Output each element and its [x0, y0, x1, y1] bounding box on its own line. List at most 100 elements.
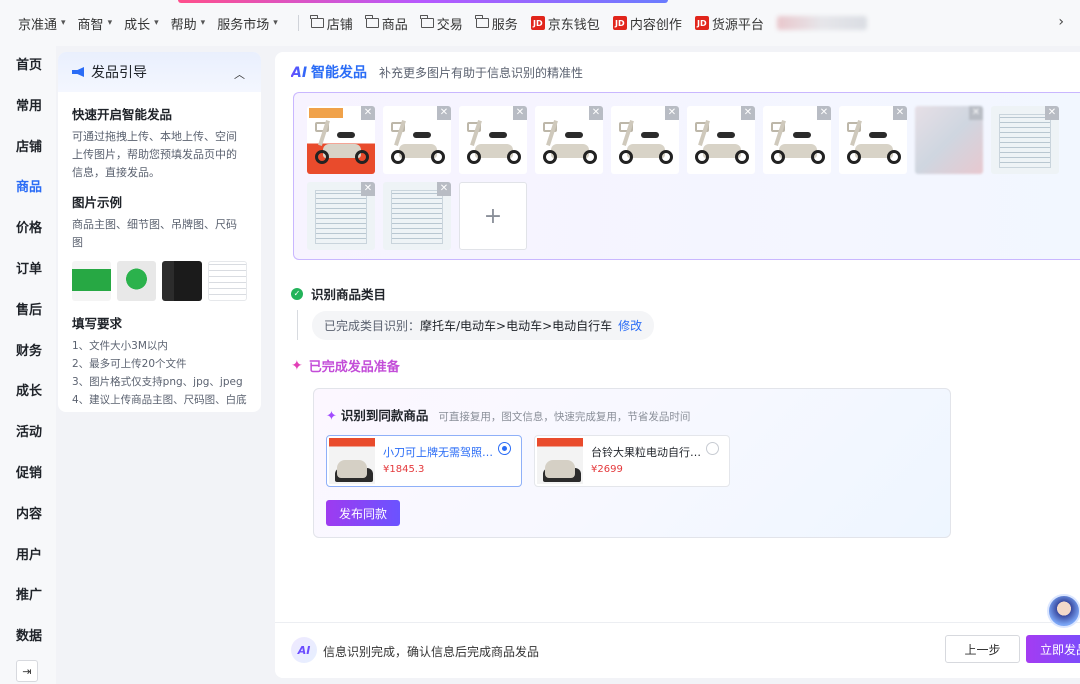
product-card[interactable]: 小刀可上牌无需驾照小... ¥1845.3	[326, 435, 522, 487]
image-grid: ✕ ✕ ✕ ✕ ✕ ✕ ✕ ✕ ✕ ✕ ✕ ✕ +	[307, 106, 1080, 250]
link-label: 内容创作	[629, 17, 682, 33]
folder-icon	[420, 15, 434, 28]
nav-item-order[interactable]: 订单	[0, 250, 56, 291]
document-image	[999, 114, 1051, 168]
link-service[interactable]: 服务	[475, 14, 518, 33]
link-trade[interactable]: 交易	[420, 14, 463, 33]
menu-jingzhuntong[interactable]: 京准通 ▾	[18, 14, 66, 33]
product-radio[interactable]	[706, 442, 719, 455]
close-icon[interactable]: ✕	[969, 106, 983, 120]
uploaded-image[interactable]: ✕	[991, 106, 1059, 174]
link-jd-wallet[interactable]: JD 京东钱包	[530, 14, 600, 33]
close-icon[interactable]: ✕	[1045, 106, 1059, 120]
product-card[interactable]: 台铃大果粒电动自行车... ¥2699	[534, 435, 730, 487]
uploaded-image[interactable]: ✕	[459, 106, 527, 174]
chevron-down-icon: ▾	[200, 18, 206, 28]
close-icon[interactable]: ✕	[893, 106, 907, 120]
uploaded-image[interactable]: ✕	[839, 106, 907, 174]
link-product[interactable]: 商品	[365, 14, 408, 33]
close-icon[interactable]: ✕	[513, 106, 527, 120]
uploaded-image[interactable]: ✕	[915, 106, 983, 174]
edit-category-link[interactable]: 修改	[618, 319, 642, 333]
category-path: 摩托车/电动车>电动车>电动自行车	[420, 318, 613, 333]
uploaded-image[interactable]: ✕	[611, 106, 679, 174]
blurred-link[interactable]	[776, 16, 867, 30]
requirement-item: 2、最多可上传20个文件	[72, 358, 187, 370]
menu-label: 京准通	[18, 17, 58, 33]
nav-item-user[interactable]: 用户	[0, 536, 56, 577]
previous-step-button[interactable]: 上一步	[945, 635, 1020, 663]
ai-logo: AI	[291, 65, 308, 81]
uploaded-image[interactable]: ✕	[535, 106, 603, 174]
product-radio[interactable]	[498, 442, 511, 455]
nav-item-home[interactable]: 首页	[0, 46, 56, 87]
nav-item-shop[interactable]: 店铺	[0, 128, 56, 169]
scooter-image	[541, 116, 599, 168]
page-title: 智能发品	[311, 65, 368, 81]
same-product-header: ✦ 识别到同款商品 可直接复用，图文信息，快速完成复用，节省发品时间	[326, 405, 690, 424]
nav-item-price[interactable]: 价格	[0, 209, 56, 250]
close-icon[interactable]: ✕	[361, 106, 375, 120]
close-icon[interactable]: ✕	[589, 106, 603, 120]
chevron-down-icon: ▾	[61, 18, 66, 28]
menu-shangzhi[interactable]: 商智 ▾	[78, 14, 113, 33]
add-image-button[interactable]: +	[459, 182, 527, 250]
nav-item-data[interactable]: 数据	[0, 617, 56, 658]
link-label: 货源平台	[711, 17, 764, 33]
uploaded-image[interactable]: ✕	[307, 106, 375, 174]
close-icon[interactable]: ✕	[437, 182, 451, 196]
sparkle-icon: ✦	[326, 409, 337, 424]
chevron-up-icon[interactable]: ︿	[234, 66, 245, 82]
assistant-avatar[interactable]	[1047, 594, 1080, 628]
uploaded-image[interactable]: ✕	[383, 106, 451, 174]
close-icon[interactable]: ✕	[665, 106, 679, 120]
uploaded-image[interactable]: ✕	[763, 106, 831, 174]
quick-title: 快速开启智能发品	[72, 107, 173, 122]
nav-item-aftersale[interactable]: 售后	[0, 291, 56, 332]
example-title: 图片示例	[72, 195, 123, 210]
requirement-item: 3、图片格式仅支持png、jpg、jpeg	[72, 376, 243, 388]
menu-label: 帮助	[170, 17, 197, 33]
link-sourcing-platform[interactable]: JD 货源平台	[694, 14, 764, 33]
nav-item-product[interactable]: 商品	[0, 168, 56, 209]
example-main-image	[72, 261, 112, 301]
publish-now-button[interactable]: 立即发品	[1026, 635, 1080, 663]
menu-bangzhu[interactable]: 帮助 ▾	[171, 14, 206, 33]
close-icon[interactable]: ✕	[437, 106, 451, 120]
chevron-down-icon: ▾	[107, 18, 113, 28]
step-identify-category: ✓ 识别商品类目	[291, 284, 386, 303]
uploaded-image[interactable]: ✕	[307, 182, 375, 250]
nav-item-promotion[interactable]: 促销	[0, 454, 56, 495]
chevron-down-icon: ▾	[154, 18, 159, 28]
nav-item-content[interactable]: 内容	[0, 495, 56, 536]
scooter-image	[313, 116, 371, 168]
link-label: 商品	[381, 17, 408, 33]
link-label: 服务	[491, 17, 518, 33]
nav-item-growth[interactable]: 成长	[0, 372, 56, 413]
menu-label: 成长	[124, 17, 151, 33]
uploaded-image[interactable]: ✕	[383, 182, 451, 250]
publish-same-button[interactable]: 发布同款	[326, 500, 401, 526]
nav-item-marketing[interactable]: 推广	[0, 576, 56, 617]
menu-service-market[interactable]: 服务市场 ▾	[217, 14, 278, 33]
scooter-image	[389, 116, 447, 168]
link-content-creation[interactable]: JD 内容创作	[612, 14, 682, 33]
close-icon[interactable]: ✕	[361, 182, 375, 196]
nav-item-common[interactable]: 常用	[0, 87, 56, 128]
close-icon[interactable]: ✕	[817, 106, 831, 120]
collapse-sidebar-icon[interactable]: ⇥	[16, 660, 38, 682]
chevron-right-icon[interactable]: ›	[1058, 14, 1064, 30]
link-shop[interactable]: 店铺	[310, 14, 353, 33]
menu-chengzhang[interactable]: 成长 ▾	[124, 14, 159, 33]
example-desc: 商品主图、细节图、吊牌图、尺码图	[72, 218, 237, 249]
main-panel: AI 智能发品 补充更多图片有助于信息识别的精准性 ✕ ✕ ✕ ✕ ✕ ✕ ✕ …	[275, 52, 1080, 678]
scooter-image	[769, 116, 827, 168]
nav-item-activity[interactable]: 活动	[0, 413, 56, 454]
uploaded-image[interactable]: ✕	[687, 106, 755, 174]
nav-item-finance[interactable]: 财务	[0, 332, 56, 373]
requirement-item: 1、文件大小3M以内	[72, 340, 168, 352]
close-icon[interactable]: ✕	[741, 106, 755, 120]
link-label: 交易	[436, 17, 463, 33]
image-upload-area[interactable]: ✕ ✕ ✕ ✕ ✕ ✕ ✕ ✕ ✕ ✕ ✕ ✕ +	[293, 92, 1080, 260]
guide-header[interactable]: 发品引导 ︿	[58, 52, 261, 92]
